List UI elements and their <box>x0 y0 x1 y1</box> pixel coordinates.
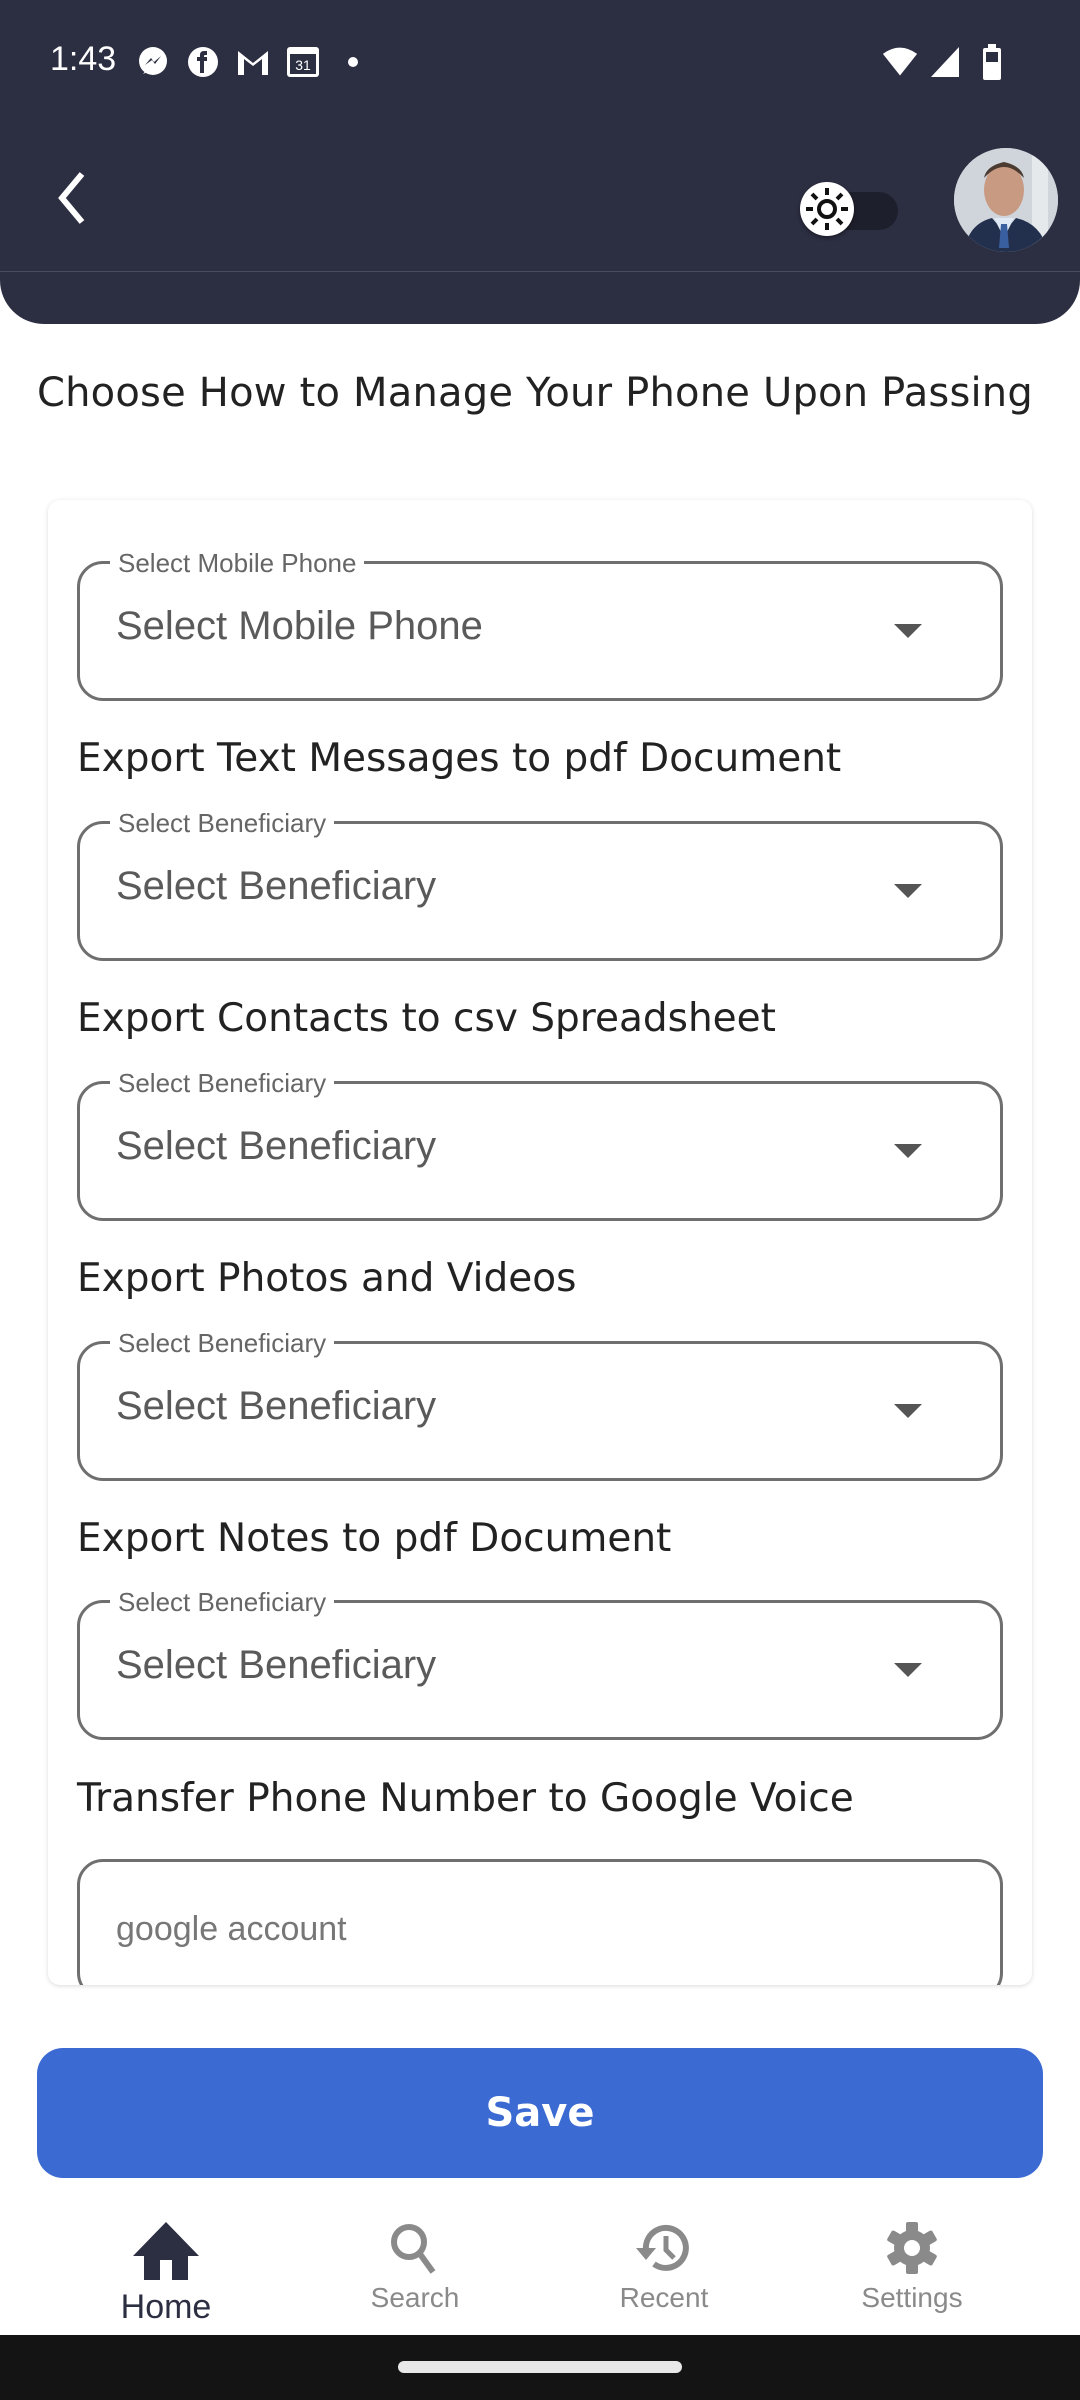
field-value: Select Beneficiary <box>116 1384 437 1428</box>
bottom-nav: Home Search Recent Settings <box>0 2200 1080 2335</box>
field-label: Select Beneficiary <box>110 1068 335 1099</box>
app-bar <box>0 130 1080 272</box>
text-messages-beneficiary-dropdown[interactable]: Select Beneficiary Select Beneficiary <box>77 808 1003 961</box>
select-mobile-phone-dropdown[interactable]: Select Mobile Phone Select Mobile Phone <box>77 548 1003 701</box>
nav-label: Recent <box>619 2282 709 2313</box>
caret-down-icon <box>894 884 922 898</box>
chevron-left-icon <box>58 172 85 224</box>
notification-icons: 31 <box>135 44 371 80</box>
nav-label: Home <box>120 2288 212 2326</box>
field-label: Select Mobile Phone <box>110 548 365 579</box>
field-label: Select Beneficiary <box>110 1328 335 1359</box>
nav-label: Search <box>370 2282 460 2313</box>
nav-item-home[interactable]: Home <box>66 2220 266 2330</box>
contacts-beneficiary-dropdown[interactable]: Select Beneficiary Select Beneficiary <box>77 1068 1003 1221</box>
status-bar: 1:43 31 <box>0 0 1080 130</box>
sun-icon <box>800 182 854 236</box>
battery-icon <box>974 44 1010 80</box>
system-icons <box>882 44 1010 80</box>
back-button[interactable] <box>40 162 104 234</box>
section-title-photos: Export Photos and Videos <box>77 1256 577 1301</box>
svg-text:31: 31 <box>295 57 311 73</box>
signal-icon <box>928 44 964 80</box>
field-value: Select Beneficiary <box>116 864 437 908</box>
section-title-text-messages: Export Text Messages to pdf Document <box>77 736 842 781</box>
facebook-icon <box>185 44 221 80</box>
wifi-icon <box>882 44 918 80</box>
app-bar-curve <box>0 272 1080 324</box>
save-button[interactable]: Save <box>37 2048 1043 2178</box>
nav-item-settings[interactable]: Settings <box>812 2220 1012 2330</box>
nav-label: Settings <box>861 2282 963 2313</box>
search-icon <box>391 2224 436 2274</box>
status-time: 1:43 <box>50 40 117 78</box>
calendar-icon: 31 <box>285 44 321 80</box>
gear-icon <box>887 2222 937 2274</box>
nav-item-recent[interactable]: Recent <box>564 2220 764 2330</box>
home-icon <box>133 2222 199 2280</box>
photos-beneficiary-dropdown[interactable]: Select Beneficiary Select Beneficiary <box>77 1328 1003 1481</box>
dot-icon <box>335 44 371 80</box>
section-title-google-voice: Transfer Phone Number to Google Voice <box>77 1776 854 1821</box>
history-icon <box>636 2224 689 2271</box>
caret-down-icon <box>894 624 922 638</box>
google-account-input[interactable]: google account <box>77 1859 1003 1985</box>
field-value: Select Beneficiary <box>116 1124 437 1168</box>
theme-toggle[interactable] <box>800 170 900 236</box>
field-label: Select Beneficiary <box>110 808 335 839</box>
field-value: Select Beneficiary <box>116 1643 437 1687</box>
section-title-contacts: Export Contacts to csv Spreadsheet <box>77 996 776 1041</box>
messenger-icon <box>135 44 171 80</box>
caret-down-icon <box>894 1663 922 1677</box>
field-label: Select Beneficiary <box>110 1587 335 1618</box>
gmail-icon <box>235 44 271 80</box>
user-avatar[interactable] <box>954 148 1058 252</box>
google-account-placeholder: google account <box>116 1909 347 1948</box>
notes-beneficiary-dropdown[interactable]: Select Beneficiary Select Beneficiary <box>77 1587 1003 1740</box>
form-card: Select Mobile Phone Select Mobile Phone … <box>48 500 1032 1985</box>
section-title-notes: Export Notes to pdf Document <box>77 1516 672 1561</box>
system-gesture-bar <box>0 2335 1080 2400</box>
gesture-handle[interactable] <box>398 2361 682 2373</box>
caret-down-icon <box>894 1404 922 1418</box>
caret-down-icon <box>894 1144 922 1158</box>
page-title: Choose How to Manage Your Phone Upon Pas… <box>37 370 1033 416</box>
field-value: Select Mobile Phone <box>116 604 483 648</box>
nav-item-search[interactable]: Search <box>315 2220 515 2330</box>
